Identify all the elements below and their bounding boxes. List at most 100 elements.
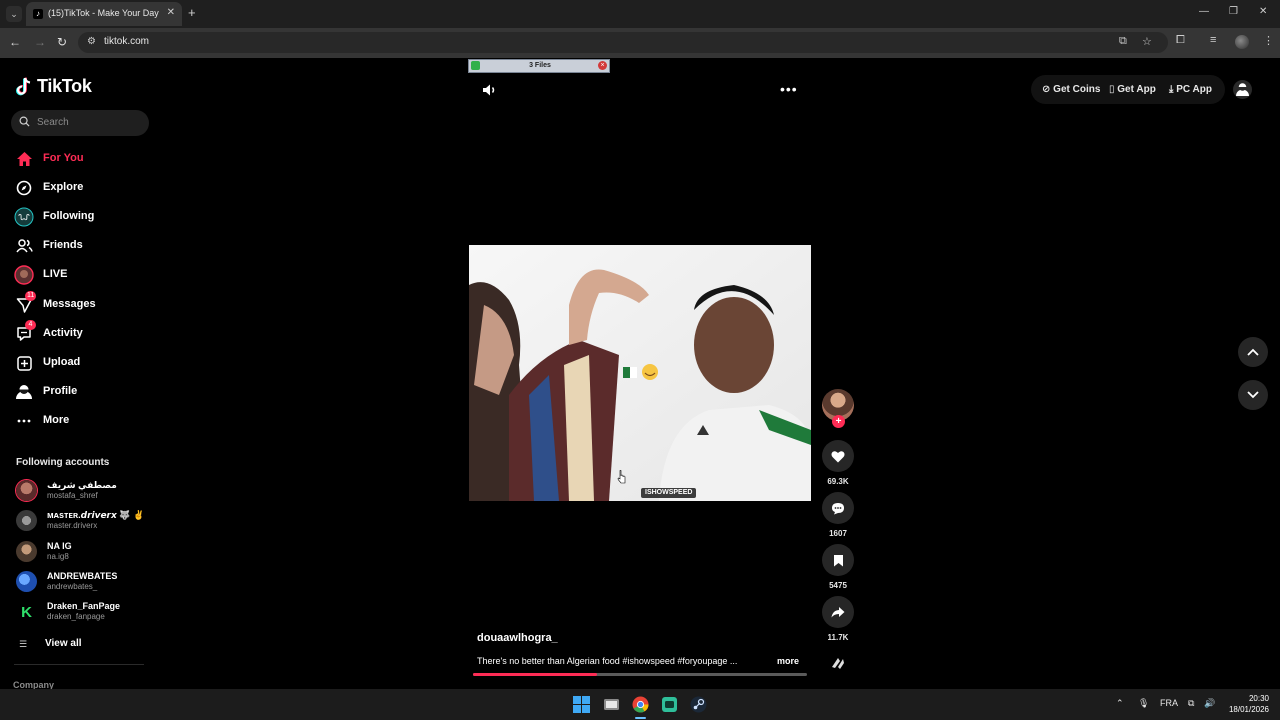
files-overlay-widget[interactable]: 3 Files × [468, 59, 610, 73]
follow-plus-icon[interactable]: + [832, 415, 845, 428]
user-avatar[interactable] [1233, 80, 1252, 99]
browser-tab[interactable]: ♪ (15)TikTok - Make Your Day ✕ [26, 2, 182, 26]
video-progress-bar[interactable] [473, 673, 807, 676]
account-handle: andrewbates_ [47, 582, 98, 591]
nav-label: Friends [43, 239, 83, 251]
get-coins-button[interactable]: ⊘ Get Coins [1042, 84, 1100, 95]
tiktok-logo[interactable]: TikTok [16, 76, 92, 97]
friends-icon [14, 236, 34, 256]
tray-chevron-up-icon[interactable]: ⌃ [1116, 698, 1124, 709]
volume-tray-icon[interactable]: 🔊 [1204, 698, 1215, 709]
following-account[interactable]: مصطفي شريف mostafa_shref [16, 478, 156, 504]
video-progress-fill [473, 673, 597, 676]
tab-search-button[interactable]: ⌄ [6, 6, 22, 22]
video-frame [469, 245, 811, 501]
save-button[interactable] [822, 544, 854, 576]
account-name: Draken_FanPage [47, 601, 121, 611]
nav-friends[interactable]: Friends [14, 234, 154, 258]
windows-start-icon[interactable] [572, 695, 591, 714]
messages-badge: 11 [25, 291, 37, 301]
comment-count: 1607 [829, 529, 847, 538]
minimize-button[interactable]: — [1199, 6, 1209, 17]
tiktok-logo-icon [16, 77, 31, 95]
nav-explore[interactable]: Explore [14, 176, 154, 200]
nav-following[interactable]: ᔐᔑ Following [14, 205, 154, 229]
video-watermark: ISHOWSPEED [641, 488, 697, 498]
browser-profile-avatar[interactable] [1235, 35, 1249, 49]
site-info-icon[interactable]: ⚙ [87, 36, 96, 47]
creator-username[interactable]: douaawlhogra_ [477, 632, 558, 644]
bookmark-star-icon[interactable]: ☆ [1142, 35, 1152, 48]
tab-close-icon[interactable]: ✕ [167, 7, 175, 18]
extensions-icon[interactable]: ⧠ [1176, 34, 1185, 47]
language-indicator[interactable]: FRA [1160, 698, 1178, 708]
account-name: مصطفي شريف [47, 480, 117, 490]
company-link[interactable]: Company [13, 680, 54, 689]
forward-button[interactable]: → [34, 35, 46, 49]
nav-profile[interactable]: Profile [14, 380, 154, 404]
following-account[interactable]: ᴍᴀsᴛᴇʀ.𝙙𝙧𝙞𝙫𝙚𝙧𝙭 🐺 ✌️ master.driverx [16, 508, 156, 534]
more-dots-icon [14, 411, 34, 431]
following-account[interactable]: K Draken_FanPage draken_fanpage [16, 599, 156, 625]
video-player[interactable]: ISHOWSPEED [469, 245, 811, 501]
nav-more[interactable]: More [14, 409, 154, 433]
restore-button[interactable]: ❐ [1229, 6, 1238, 17]
chrome-icon[interactable] [631, 695, 650, 714]
account-handle: master.driverx [47, 521, 98, 530]
nav-label: Messages [43, 298, 96, 310]
browser-menu-icon[interactable]: ⋮ [1263, 34, 1274, 47]
avatar: K [16, 601, 37, 622]
live-icon [14, 265, 34, 285]
clock-date[interactable]: 18/01/2026 [1220, 705, 1269, 714]
avatar [16, 541, 37, 562]
speaker-icon [483, 84, 495, 96]
back-button[interactable]: ← [9, 35, 21, 49]
pc-app-button[interactable]: ⤓ PC App [1169, 84, 1212, 95]
account-name: ANDREWBATES [47, 571, 118, 581]
following-account[interactable]: ANDREWBATES andrewbates_ [16, 569, 156, 595]
install-app-icon[interactable]: ⧉ [1119, 35, 1127, 48]
tab-title: (15)TikTok - Make Your Day [48, 8, 159, 18]
nav-for-you[interactable]: For You [14, 147, 154, 171]
nav-label: Profile [43, 385, 78, 397]
music-disc-icon[interactable] [828, 653, 848, 673]
following-icon: ᔐᔑ [14, 207, 34, 227]
media-control-icon[interactable]: ≡ [1210, 34, 1216, 46]
tiktok-favicon-icon: ♪ [33, 9, 43, 19]
previous-video-button[interactable] [1238, 337, 1268, 367]
close-window-button[interactable]: ✕ [1259, 6, 1267, 17]
account-handle: na.ig8 [47, 552, 69, 561]
pc-app-label: PC App [1176, 84, 1212, 95]
nav-upload[interactable]: Upload [14, 351, 154, 375]
network-icon[interactable]: ⧉ [1188, 698, 1194, 709]
nav-live[interactable]: LIVE [14, 263, 154, 287]
next-video-button[interactable] [1238, 380, 1268, 410]
reload-button[interactable]: ↻ [57, 35, 67, 49]
tiktok-sidebar: TikTok Search For You Explore ᔐᔑ Followi… [0, 58, 160, 689]
following-account[interactable]: NA IG na.ig8 [16, 539, 156, 565]
address-bar[interactable]: ⚙ tiktok.com ⧉ ☆ [78, 32, 1168, 53]
logo-text: TikTok [37, 76, 92, 96]
steam-icon[interactable] [689, 695, 708, 714]
view-all-button[interactable]: ☰ View all [16, 636, 116, 654]
like-button[interactable] [822, 440, 854, 472]
share-button[interactable] [822, 596, 854, 628]
clock-time[interactable]: 20:30 [1233, 694, 1269, 703]
file-explorer-icon[interactable] [602, 695, 621, 714]
volume-button[interactable] [480, 81, 498, 99]
more-options-icon[interactable]: ••• [780, 82, 798, 96]
like-count: 69.3K [827, 477, 849, 486]
comment-button[interactable] [822, 492, 854, 524]
caption-more-button[interactable]: more [777, 656, 799, 666]
nav-activity[interactable]: 4 Activity [14, 320, 154, 346]
android-studio-icon[interactable] [660, 695, 679, 714]
heart-icon [831, 450, 845, 462]
search-placeholder: Search [37, 117, 69, 128]
search-input[interactable]: Search [11, 110, 149, 136]
microphone-icon[interactable]: 🎙 [1138, 698, 1149, 709]
new-tab-button[interactable]: + [188, 5, 196, 20]
get-app-button[interactable]: ▯ Get App [1109, 84, 1156, 95]
files-close-icon[interactable]: × [598, 61, 607, 70]
svg-text:K: K [21, 604, 32, 621]
nav-messages[interactable]: 11 Messages [14, 291, 154, 317]
